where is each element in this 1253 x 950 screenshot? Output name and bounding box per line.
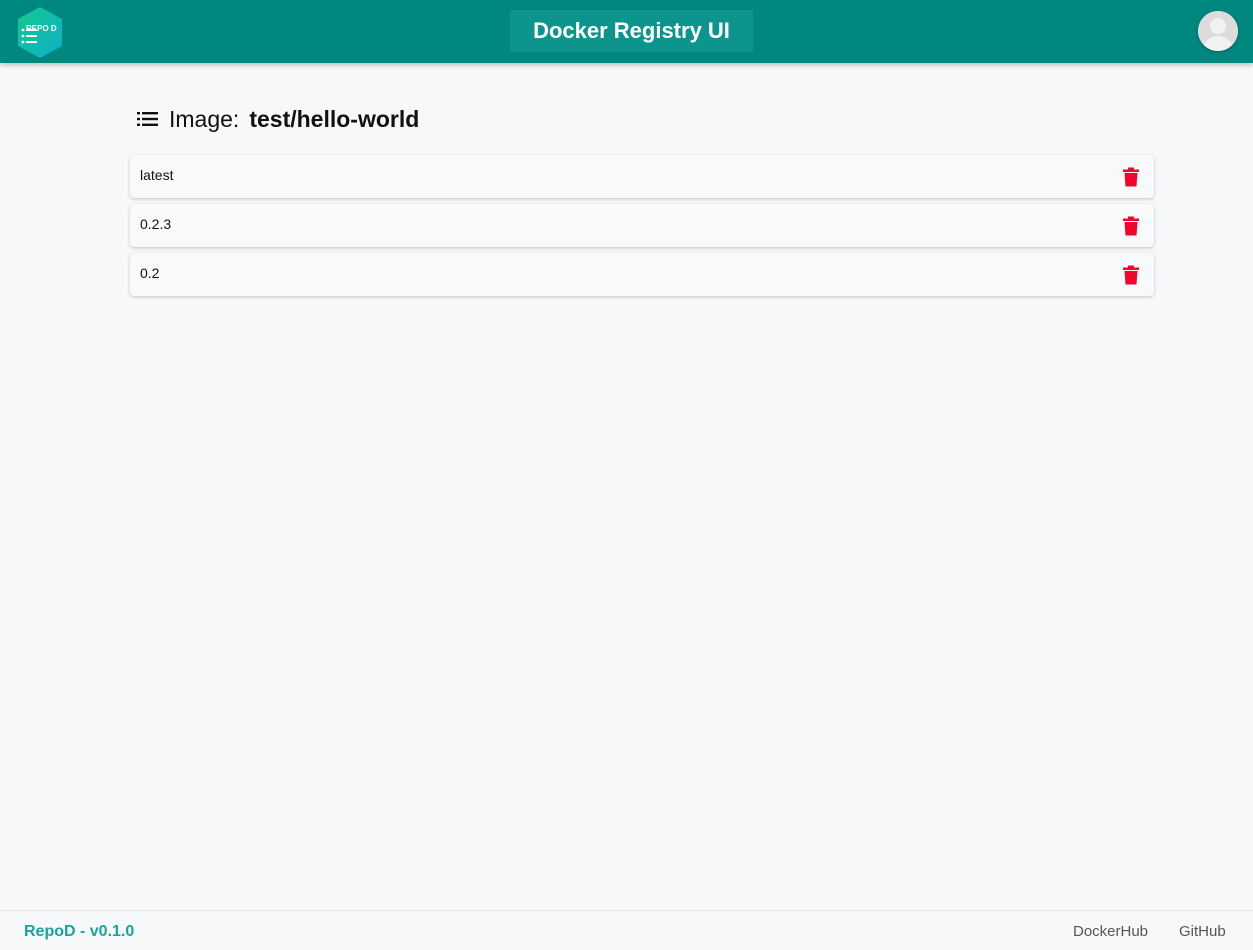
tag-list-item[interactable]: 0.2 bbox=[130, 253, 1154, 296]
list-icon bbox=[137, 112, 158, 126]
trash-icon bbox=[1123, 167, 1139, 187]
delete-tag-button[interactable] bbox=[1122, 216, 1140, 236]
tag-label: 0.2.3 bbox=[140, 216, 172, 232]
tag-label: latest bbox=[140, 167, 174, 183]
app-title: Docker Registry UI bbox=[510, 10, 753, 52]
footer: RepoD - v0.1.0 DockerHub GitHub bbox=[0, 910, 1253, 950]
tag-label: 0.2 bbox=[140, 265, 160, 281]
page-title: Image: test/hello-world bbox=[137, 104, 419, 134]
user-avatar[interactable] bbox=[1198, 11, 1238, 51]
image-name: test/hello-world bbox=[249, 105, 420, 132]
top-app-bar: REPO D Docker Registry UI bbox=[0, 0, 1253, 63]
user-avatar-icon bbox=[1198, 11, 1238, 51]
tag-list-item[interactable]: latest bbox=[130, 155, 1154, 198]
trash-icon bbox=[1123, 216, 1139, 236]
logo-icon: REPO D bbox=[18, 7, 62, 58]
github-link[interactable]: GitHub bbox=[1179, 923, 1226, 940]
trash-icon bbox=[1123, 265, 1139, 285]
dockerhub-link[interactable]: DockerHub bbox=[1073, 923, 1148, 940]
delete-tag-button[interactable] bbox=[1122, 265, 1140, 285]
tag-list-item[interactable]: 0.2.3 bbox=[130, 204, 1154, 247]
delete-tag-button[interactable] bbox=[1122, 167, 1140, 187]
logo-text: REPO D bbox=[26, 24, 57, 33]
heading-prefix: Image: bbox=[169, 105, 240, 132]
app-version: RepoD - v0.1.0 bbox=[24, 923, 135, 940]
repod-logo[interactable]: REPO D bbox=[17, 6, 63, 59]
